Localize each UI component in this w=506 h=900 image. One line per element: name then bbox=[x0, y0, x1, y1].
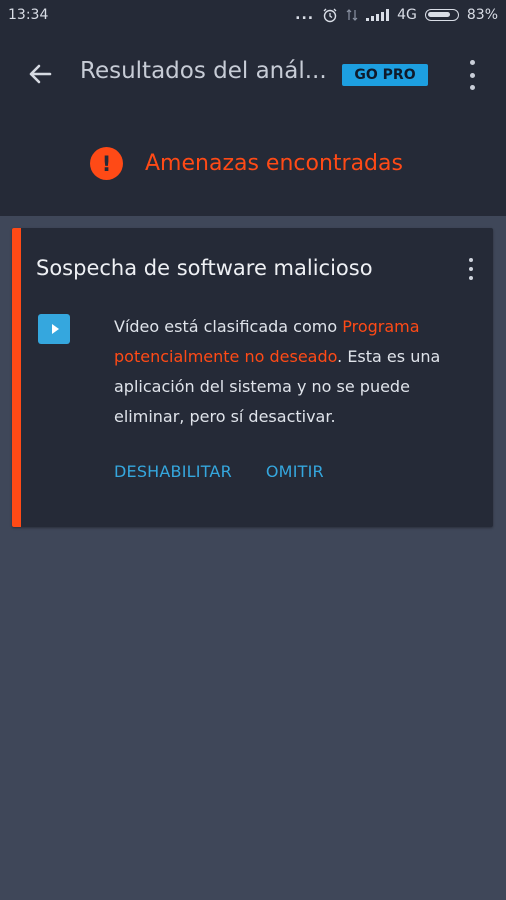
more-options-icon[interactable] bbox=[462, 60, 482, 90]
page-title: Resultados del anál... bbox=[80, 58, 327, 84]
status-time: 13:34 bbox=[8, 7, 49, 23]
network-type: 4G bbox=[397, 7, 417, 23]
card-description: Vídeo está clasificada como Programa pot… bbox=[114, 312, 466, 432]
description-prefix: Vídeo está clasificada como bbox=[114, 317, 343, 336]
threat-card: Sospecha de software malicioso Vídeo est… bbox=[12, 228, 493, 527]
alert-text: Amenazas encontradas bbox=[145, 151, 403, 176]
video-app-icon bbox=[38, 314, 70, 344]
status-dots: ... bbox=[295, 7, 315, 23]
go-pro-button[interactable]: GO PRO bbox=[342, 64, 428, 86]
disable-button[interactable]: DESHABILITAR bbox=[114, 462, 232, 481]
threat-alert: ! Amenazas encontradas bbox=[90, 147, 403, 180]
card-actions: DESHABILITAR OMITIR bbox=[114, 462, 324, 481]
battery-percent: 83% bbox=[466, 7, 498, 23]
signal-icon bbox=[366, 9, 390, 21]
card-more-icon[interactable] bbox=[464, 258, 478, 280]
skip-button[interactable]: OMITIR bbox=[266, 462, 324, 481]
data-transfer-icon bbox=[346, 9, 358, 21]
play-icon bbox=[51, 324, 59, 334]
card-title: Sospecha de software malicioso bbox=[36, 256, 373, 280]
alarm-icon bbox=[323, 8, 337, 23]
status-bar: 13:34 ... 4G 83% bbox=[0, 0, 506, 34]
battery-icon bbox=[424, 9, 459, 21]
app-bar: Resultados del anál... GO PRO bbox=[0, 44, 506, 104]
status-right-group: ... 4G 83% bbox=[295, 7, 498, 23]
card-severity-bar bbox=[12, 228, 21, 527]
arrow-back-icon[interactable] bbox=[24, 58, 56, 90]
exclamation-icon: ! bbox=[90, 147, 123, 180]
